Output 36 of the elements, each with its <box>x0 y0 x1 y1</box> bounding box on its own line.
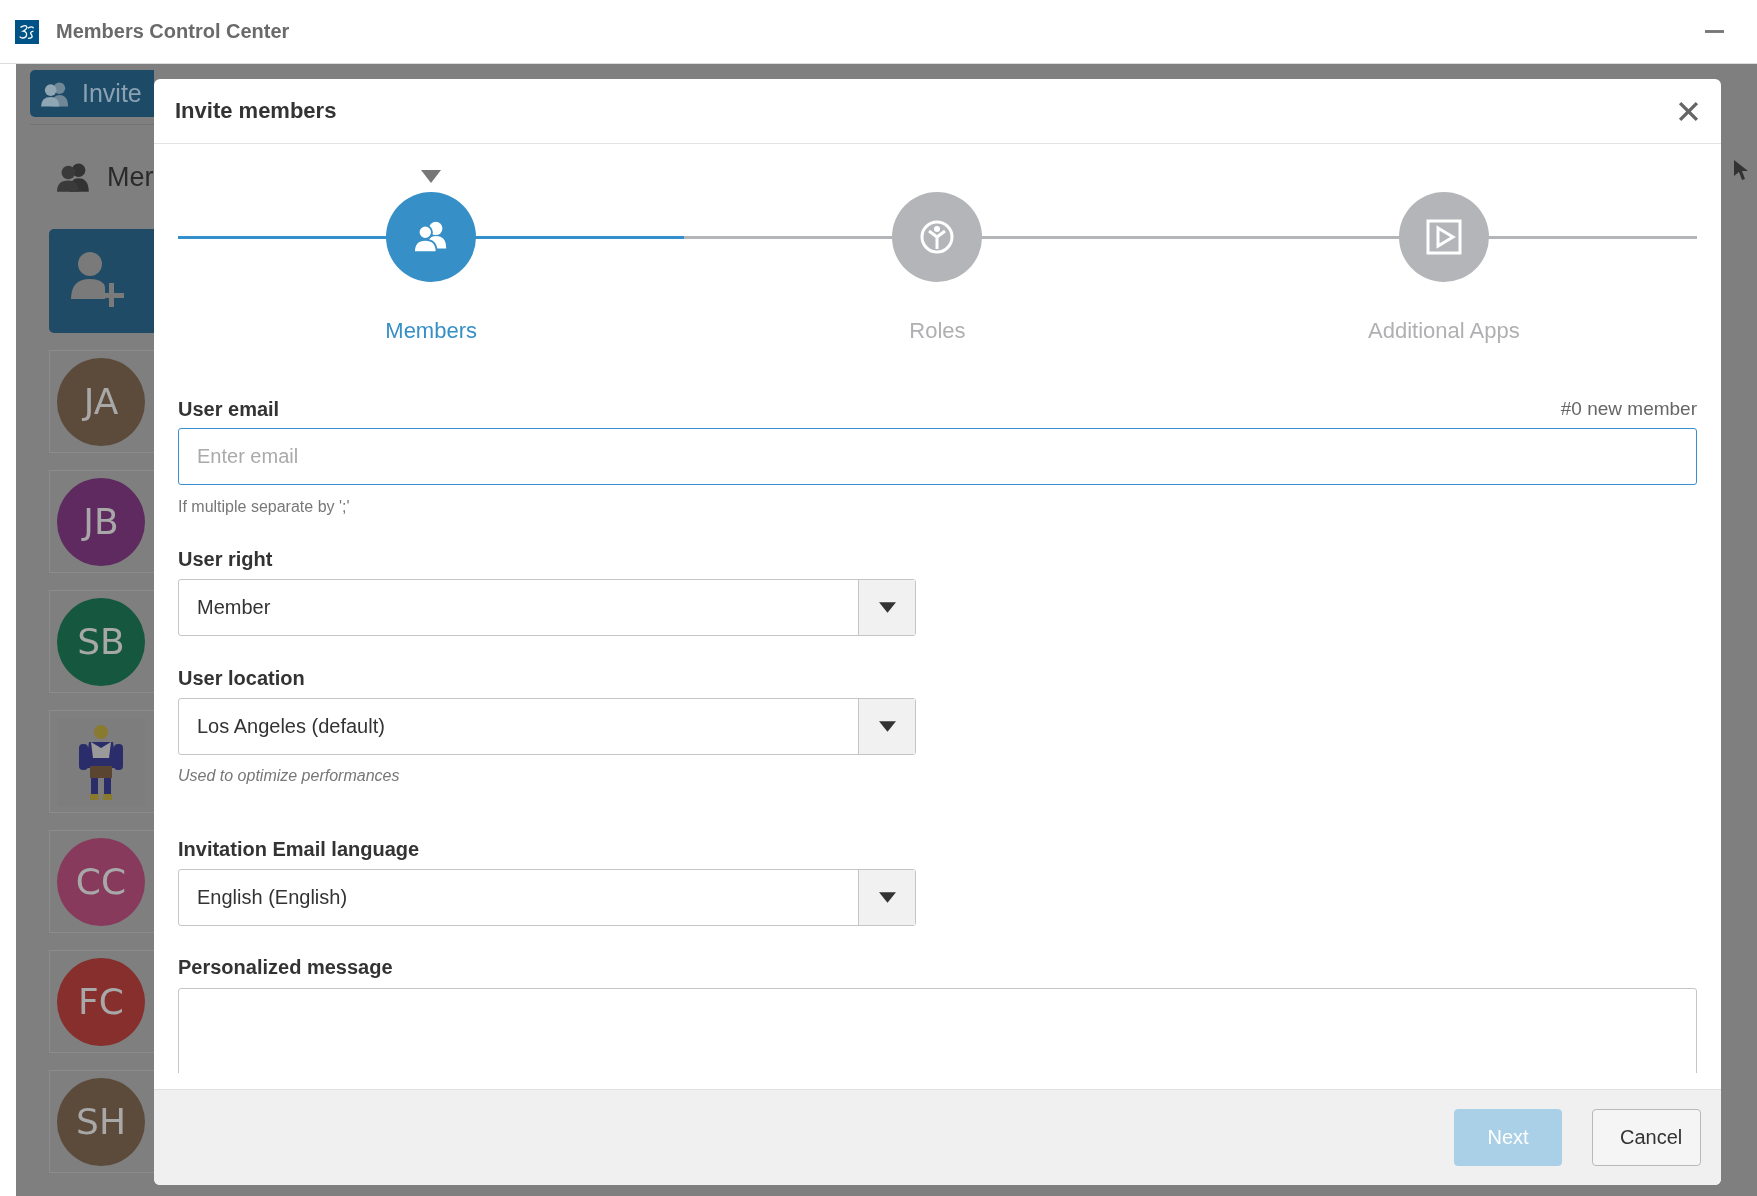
caret-icon <box>878 602 896 613</box>
avatar: FC <box>57 957 145 1046</box>
user-location-dropdown[interactable]: Los Angeles (default) <box>178 698 916 755</box>
section-title: Mer <box>107 161 154 193</box>
invite-button[interactable]: Invite <box>30 70 154 117</box>
caret-icon <box>878 721 896 732</box>
play-icon <box>1424 219 1463 255</box>
member-counter: #0 new member <box>1560 398 1697 420</box>
avatar: JA <box>57 357 145 446</box>
field-label: User location <box>178 667 305 689</box>
cursor-icon <box>1733 159 1749 181</box>
field-hint: Used to optimize performances <box>178 766 400 786</box>
step-label: Roles <box>909 318 966 344</box>
field-label: User email <box>178 398 280 420</box>
people-icon <box>41 80 70 107</box>
field-label: User right <box>178 548 273 570</box>
minimize-icon[interactable] <box>1705 30 1724 33</box>
avatar: SB <box>57 597 145 686</box>
app-logo-icon <box>15 19 39 44</box>
people-icon <box>57 162 91 192</box>
step-label: Members <box>385 318 477 344</box>
language-dropdown[interactable]: English (English) <box>178 869 916 926</box>
user-right-dropdown[interactable]: Member <box>178 579 916 636</box>
cancel-button[interactable]: Cancel <box>1592 1109 1701 1166</box>
avatar: JB <box>57 477 145 566</box>
email-field[interactable]: Enter email <box>178 428 1697 485</box>
window-title: Members Control Center <box>56 20 290 43</box>
field-label: Personalized message <box>178 956 393 978</box>
field-hint: If multiple separate by ';' <box>178 497 350 517</box>
close-icon[interactable] <box>1678 100 1699 122</box>
field-label: Invitation Email language <box>178 838 420 860</box>
dialog-title: Invite members <box>175 98 337 124</box>
avatar: SH <box>57 1077 145 1166</box>
step-label: Additional Apps <box>1368 318 1520 344</box>
avatar: CC <box>57 837 145 926</box>
caret-icon <box>878 892 896 903</box>
